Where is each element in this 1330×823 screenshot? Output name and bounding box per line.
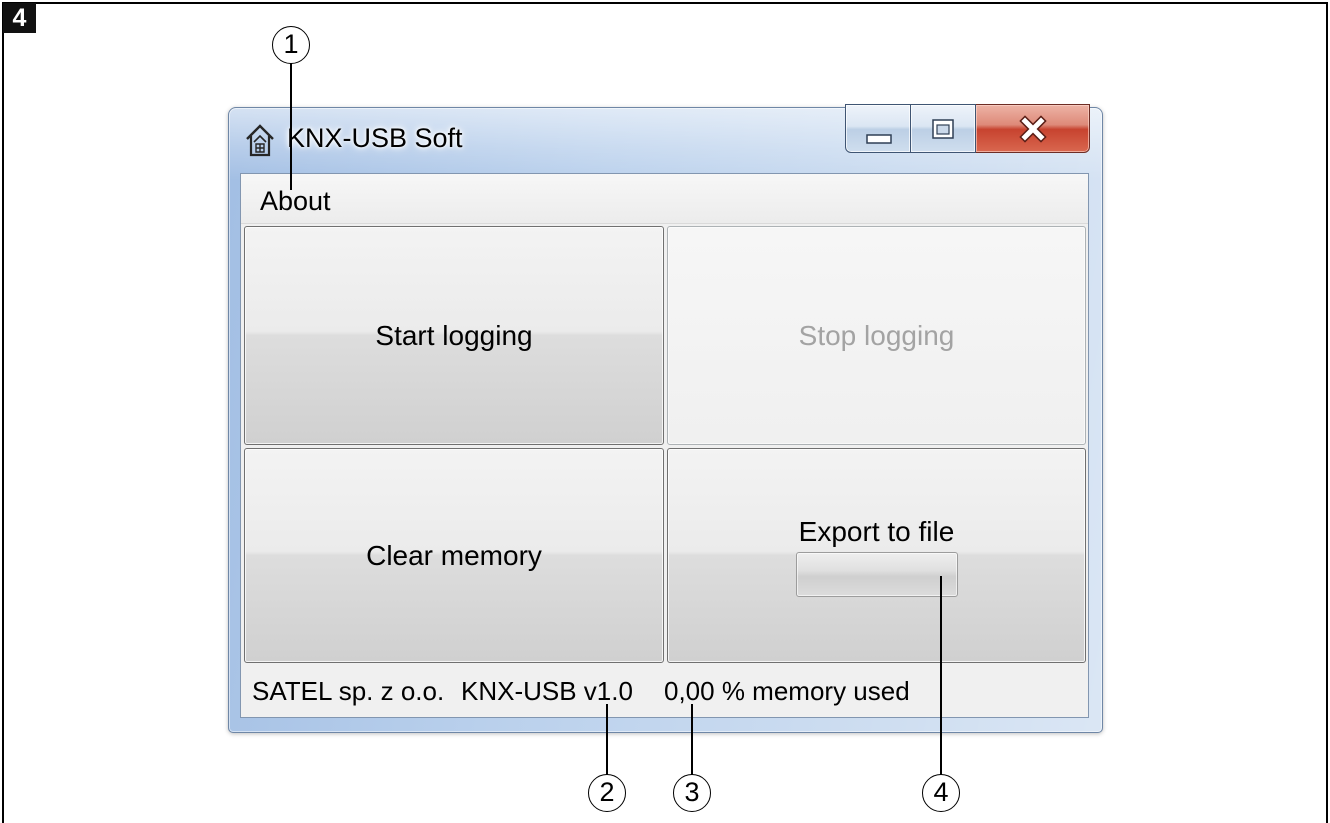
start-logging-button[interactable]: Start logging: [244, 226, 664, 445]
callout-4: 4: [922, 774, 960, 812]
clear-memory-label: Clear memory: [366, 539, 542, 571]
callout-line-2: [606, 704, 608, 775]
house-icon: [245, 122, 275, 158]
close-button[interactable]: [976, 104, 1090, 153]
callout-line-1: [290, 63, 292, 190]
menu-bar: About: [241, 174, 1088, 224]
callout-1: 1: [272, 26, 310, 64]
stop-logging-button[interactable]: Stop logging: [667, 226, 1086, 445]
client-area: About Start logging Stop logging Clear m…: [240, 173, 1089, 718]
minimize-icon: [866, 134, 892, 144]
menu-item-about[interactable]: About: [253, 184, 338, 218]
status-bar: SATEL sp. z o.o. KNX-USB v1.0 0,00 % mem…: [241, 666, 1088, 717]
start-logging-label: Start logging: [375, 319, 533, 351]
stop-logging-label: Stop logging: [798, 319, 955, 351]
status-company: SATEL sp. z o.o.: [252, 676, 445, 706]
export-to-file-label: Export to file: [798, 516, 955, 547]
callout-line-3: [691, 704, 693, 775]
title-bar[interactable]: KNX-USB Soft: [229, 108, 839, 172]
export-to-file-button[interactable]: Export to file: [667, 448, 1086, 663]
clear-memory-button[interactable]: Clear memory: [244, 448, 664, 663]
maximize-button[interactable]: [911, 104, 976, 153]
minimize-button[interactable]: [845, 104, 911, 153]
callout-2: 2: [588, 774, 626, 812]
figure-number-badge: 4: [3, 3, 36, 33]
window-title: KNX-USB Soft: [287, 123, 463, 153]
callout-line-4: [940, 576, 942, 775]
maximize-icon: [932, 119, 954, 139]
export-progress-bar: [796, 552, 958, 597]
status-memory-used: 0,00 % memory used: [664, 676, 910, 706]
app-window: KNX-USB Soft About Start logging Stop lo…: [228, 104, 1103, 733]
callout-3: 3: [673, 774, 711, 812]
close-icon: [1017, 115, 1049, 143]
window-controls: [845, 104, 1090, 153]
